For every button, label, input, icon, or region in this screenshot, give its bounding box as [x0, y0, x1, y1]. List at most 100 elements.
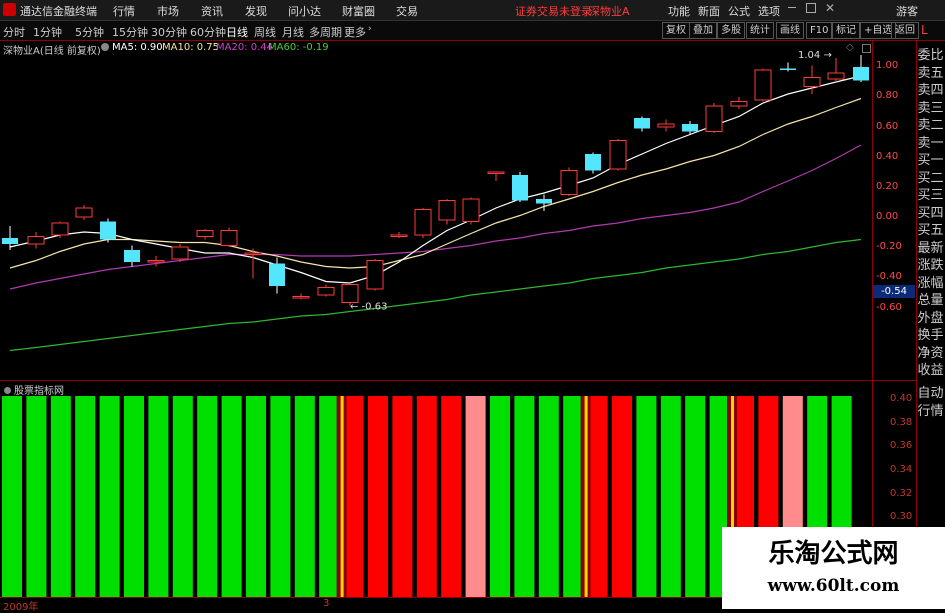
candle-body — [171, 246, 189, 260]
candle-body — [585, 154, 601, 171]
side-item[interactable]: 卖二 — [917, 118, 944, 133]
overlay-button[interactable]: 叠加 — [689, 22, 717, 39]
login-notice[interactable]: 证券交易未登录 — [515, 3, 592, 19]
candlestick-chart[interactable]: 1.04 → ← -0.63 — [0, 40, 872, 380]
indicator-bar — [2, 396, 22, 597]
chevron-right-icon[interactable]: › — [368, 24, 372, 34]
period-weekly[interactable]: 周线 — [254, 24, 276, 40]
period-15min[interactable]: 15分钟 — [112, 24, 148, 40]
minimize-icon[interactable] — [788, 7, 796, 8]
candle-body — [100, 221, 116, 240]
menu-function[interactable]: 功能 — [668, 3, 690, 19]
date-start: 2009年 — [3, 602, 39, 613]
signal-marker — [340, 396, 344, 597]
indicator-bar — [368, 396, 388, 597]
candle-body — [462, 198, 480, 222]
candle-body — [75, 207, 93, 218]
candle-body — [414, 209, 432, 236]
stock-tag: 深物业A — [589, 5, 630, 18]
side-marker: L — [921, 23, 928, 37]
indicator-bar — [294, 396, 315, 597]
side-item[interactable]: 买一 — [917, 153, 944, 168]
side-item[interactable]: 涨幅 — [917, 276, 944, 291]
candle-body — [487, 171, 505, 174]
side-button[interactable]: 自动 — [917, 386, 944, 401]
app-title: 通达信金融终端 — [20, 5, 97, 18]
date-mid: 3 — [323, 598, 330, 609]
menu-trade[interactable]: 交易 — [396, 3, 418, 19]
side-item[interactable]: 总量 — [917, 293, 944, 308]
menu-options[interactable]: 选项 — [758, 3, 780, 19]
side-item[interactable]: 最新 — [917, 241, 944, 256]
indicator-bar — [685, 396, 706, 597]
price-tick: 0.40 — [876, 151, 899, 162]
candle-body — [853, 67, 869, 81]
period-1min[interactable]: 1分钟 — [33, 24, 62, 40]
adjust-button[interactable]: 复权 — [662, 22, 690, 39]
period-daily[interactable]: 日线 — [226, 24, 248, 40]
candle-body — [438, 200, 456, 221]
indicator-bar — [99, 396, 120, 597]
stats-button[interactable]: 统计 — [746, 22, 774, 39]
candle-body — [292, 296, 310, 299]
period-60min[interactable]: 60分钟 — [190, 24, 226, 40]
low-annotation: ← -0.63 — [350, 302, 387, 313]
menu-wealth[interactable]: 财富圈 — [342, 3, 375, 19]
mark-button[interactable]: 标记 — [832, 22, 860, 39]
indicator-bar — [490, 396, 510, 597]
side-item[interactable]: 买二 — [917, 171, 944, 186]
side-item[interactable]: 卖三 — [917, 101, 944, 116]
watermark-text: 乐淘公式网 — [768, 539, 899, 569]
side-item[interactable]: 买四 — [917, 206, 944, 221]
side-button[interactable]: 行情 — [917, 404, 944, 419]
period-multi[interactable]: 多周期 — [309, 24, 342, 40]
candle-body — [269, 263, 285, 286]
watermark-url: www.60lt.com — [767, 576, 900, 596]
side-item[interactable]: 卖五 — [917, 66, 944, 81]
side-item[interactable]: 换手 — [917, 328, 944, 343]
menu-news[interactable]: 资讯 — [201, 3, 223, 19]
period-tick[interactable]: 分时 — [3, 24, 25, 40]
multi-stock-button[interactable]: 多股 — [717, 22, 745, 39]
f10-button[interactable]: F10 — [806, 22, 833, 39]
side-item[interactable]: 收益 — [917, 363, 944, 378]
app-logo-icon — [3, 3, 16, 16]
menu-quotes[interactable]: 行情 — [113, 3, 135, 19]
side-item[interactable]: 涨跌 — [917, 258, 944, 273]
back-button[interactable]: 返回 — [891, 22, 919, 39]
period-30min[interactable]: 30分钟 — [151, 24, 187, 40]
price-tick: 0.20 — [876, 181, 899, 192]
side-item[interactable]: 外盘 — [917, 311, 944, 326]
title-bar — [0, 0, 945, 21]
side-item[interactable]: 买五 — [917, 223, 944, 238]
indicator-tick: 0.32 — [890, 488, 913, 499]
candle-body — [560, 170, 578, 195]
menu-ask[interactable]: 问小达 — [288, 3, 321, 19]
side-item[interactable]: 净资 — [917, 346, 944, 361]
draw-button[interactable]: 画线 — [776, 22, 804, 39]
user-label[interactable]: 游客 — [896, 3, 918, 19]
period-more[interactable]: 更多 — [344, 24, 366, 40]
side-item[interactable]: 买三 — [917, 188, 944, 203]
side-item[interactable]: 卖一 — [917, 136, 944, 151]
menu-discover[interactable]: 发现 — [245, 3, 267, 19]
indicator-bar — [416, 396, 437, 597]
close-icon[interactable]: ✕ — [825, 1, 835, 15]
indicator-bar — [465, 396, 486, 597]
menu-new-page[interactable]: 新面 — [698, 3, 720, 19]
maximize-icon[interactable] — [806, 3, 816, 13]
menu-market[interactable]: 市场 — [157, 3, 179, 19]
candle-body — [609, 140, 627, 170]
side-item[interactable]: 卖四 — [917, 83, 944, 98]
period-5min[interactable]: 5分钟 — [75, 24, 104, 40]
indicator-tick: 0.40 — [890, 393, 913, 404]
indicator-tick: 0.38 — [890, 417, 913, 428]
period-monthly[interactable]: 月线 — [282, 24, 304, 40]
side-panel: 委比卖五卖四卖三卖二卖一买一买二买三买四买五最新涨跌涨幅总量外盘换手净资收益自动… — [917, 40, 945, 609]
menu-formula[interactable]: 公式 — [728, 3, 750, 19]
candle-body — [705, 105, 723, 132]
price-tick: -0.40 — [876, 271, 902, 282]
indicator-bar — [148, 396, 169, 597]
side-item[interactable]: 委比 — [917, 48, 944, 63]
settings-dot-icon[interactable] — [4, 387, 11, 394]
